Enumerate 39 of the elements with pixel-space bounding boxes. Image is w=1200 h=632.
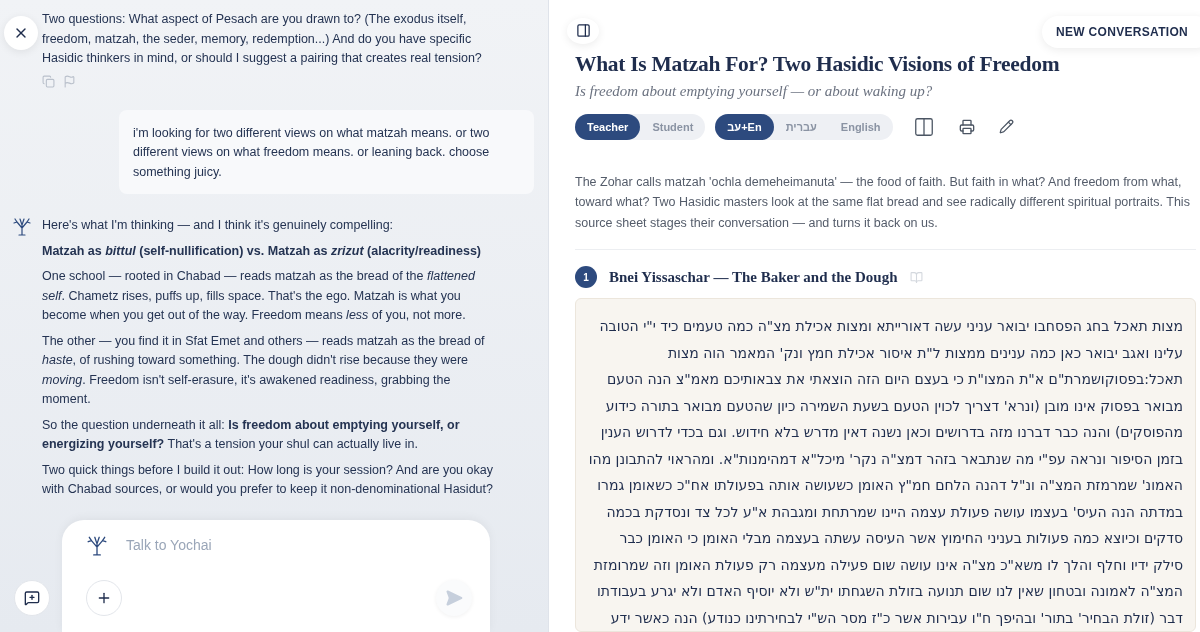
source-number: 1 <box>575 266 597 288</box>
new-conversation-button[interactable]: NEW CONVERSATION <box>1042 16 1200 48</box>
mode-option[interactable]: Teacher <box>575 113 641 140</box>
message-text: Here's what I'm thinking — and I think it's genuinely compelling: <box>42 217 395 234</box>
hebrew-text-line: מהפוסקים) והנה כבר דברנו מזה בדרושים וכאן נשנה דאין מדרש בלא חידוש. וגם בכדי לדרוש הענין <box>599 423 1183 442</box>
panel-toggle-button[interactable] <box>567 18 599 44</box>
hebrew-text-line: מצות תאכל בחג הפסחבו יבואר עניני עשה דאורייתא ומצות אכילת מצ"ה כמה טעמים כיד י"י הטובה <box>598 317 1183 336</box>
sheet-subtitle: Is freedom about emptying yourself — or about waking up? <box>575 82 934 100</box>
hebrew-text-line: עלינו ואגב יבואר כאן כמה ענינים ממצות ל"ת איסור אכילת חמץ ונק' המאמר הוה מצות <box>666 343 1183 363</box>
message-heading: Matzah as bittul (self-nullification) vs. Matzah as zrizut (alacrity/readiness) <box>42 242 482 260</box>
message-input[interactable]: Talk to Yochai <box>124 536 472 554</box>
panel-icon <box>575 23 591 39</box>
hebrew-text-line: סילק ידיו וחלף והלך לו משא"כ מצ"ה אינו עושה שום פעילה מעצמה רק פעולת האומן וזה שמרומזת <box>592 555 1183 575</box>
hebrew-text-line: סדקים וכיוצא כמה פעולות בעניני החימוץ אשר העיסה עשתה בעצמה מבלי האומן כי האומן כבר <box>618 529 1183 548</box>
send-icon <box>445 589 463 607</box>
close-button[interactable] <box>4 16 38 50</box>
tree-icon <box>86 534 108 556</box>
message-text: i'm looking for two different views on what matzah means. or two different views on what freedom means. or leaning back. choose something juicy. <box>133 124 491 181</box>
hebrew-text-line: האמונ' שמרמזת המצ"ה ונ"ל דהנה הלחם חמ"ץ האומן כשעושה אותה בפעולתו אח"כ כשאומן גמרו <box>596 476 1183 495</box>
sheet-title: What Is Matzah For? Two Hasidic Visions of Freedom <box>575 51 1061 77</box>
add-button[interactable] <box>86 580 122 616</box>
plus-icon <box>96 590 112 606</box>
message-text: So the question underneath it all: Is freedom about emptying yourself, or energizing yourself? That's a tension your shul can actually live in. <box>42 416 461 453</box>
source-title: Bnei Yissaschar — The Baker and the Dough <box>609 268 898 286</box>
hebrew-text-line: מבואר בפסוק אינו מובן (ונרא' דצריך לכוין הטעם בשעת השמירה כיון שהטעם מבואר בתורה כידוע <box>604 396 1183 416</box>
hebrew-text-line: המצ"ה לאמונה ובטחון שאין לנו שום תנועה בזולת השגחתו ית"ש ולא יוסיף האדם ולא יגרע בעבודתו <box>596 582 1183 601</box>
new-chat-button[interactable] <box>14 580 50 616</box>
hebrew-text-line: תאכל:בפסוקושמרת"ם א"ת המצו"ת כי בעצם היום הזה הוצאתי את צבאותיכם מאמ"צ הנה הטעם <box>605 370 1183 389</box>
language-option[interactable]: עב+En <box>715 113 774 140</box>
message-text: The other — you find it in Sfat Emet and others — reads matzah as the bread of haste, of rushing toward something. The dough didn't rise because they were moving. Freedom isn't self-erasure, it's awakened readiness, grabbing the moment. <box>42 332 486 408</box>
new-chat-icon <box>24 590 40 606</box>
tree-icon <box>12 216 32 236</box>
hebrew-text-line: בזמן הסיפור ונראה עפ"י מה שנתבאר בזהר דמצ"ה נקר' מיכל"א דמהימנות"א. ומהראוי להתבונן מהו <box>587 449 1183 469</box>
hebrew-text-line: במדתה הנה העיס' בעצמו עושה פעולת עצמה היינו שמרתחת ומגבהת א"ע לכל צד ונסדקת בכמה <box>605 502 1183 522</box>
intro-text: The Zohar calls matzah 'ochla demeheimanuta' — the food of faith. But faith in what? And freedom from what, toward what? Two Hasidic masters look at the same flat bread and see radically different spiritual portraits. This source sheet stages their conversation — and turns it back on us. <box>575 173 1191 232</box>
message-text: Two quick things before I build it out: How long is your session? And are you okay with Chabad sources, or would you prefer to keep it non-denominational Hasidut? <box>42 461 494 498</box>
hebrew-text-line: דבר (זולת הבחיר' בתור' ובהיפך ח"ו עבירות אשר כ"ז מסר הש"י לבחירתינו כנודע) הנה כאשר ידע <box>609 608 1183 628</box>
message-text: One school — rooted in Chabad — reads matzah as the bread of the flattened self. Chametz rises, puffs up, fills space. That's the ego. Matzah is what you become when you get out of the way. Freedom means less of you, not more. <box>42 268 477 324</box>
message-text: Two questions: What aspect of Pesach are you drawn to? (The exodus itself, freedom, matzah, the seder, memory, redemption...) And do you have specific Hasidic thinkers in mind, or should I suggest a pairing that creates real tension? <box>42 11 483 67</box>
